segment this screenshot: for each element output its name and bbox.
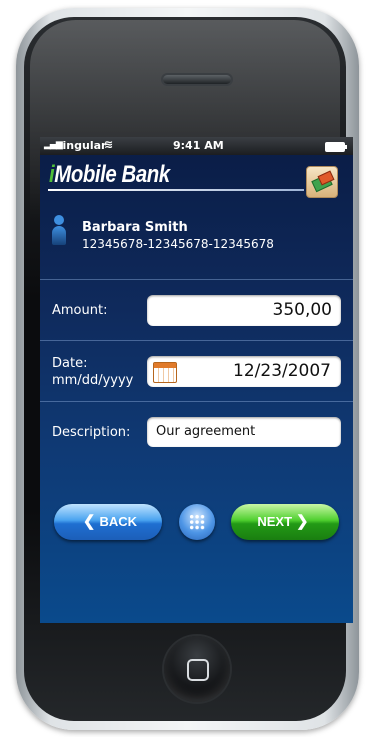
- chevron-left-icon: ❮: [82, 513, 96, 530]
- account-holder: Barbara Smith 12345678-12345678-12345678: [40, 205, 353, 265]
- account-number: 12345678-12345678-12345678: [82, 237, 274, 251]
- home-square-icon: [187, 659, 209, 681]
- back-button[interactable]: ❮ BACK: [54, 504, 162, 540]
- user-name: Barbara Smith: [82, 220, 188, 235]
- wifi-icon: ≋: [104, 138, 114, 151]
- grid-icon: [189, 514, 205, 530]
- date-label-line1: Date:: [52, 356, 88, 371]
- app-screen: ▂▄▆ cingular ≋ 9:41 AM iMobile Bank Barb…: [40, 137, 353, 623]
- back-button-label: BACK: [99, 514, 138, 529]
- description-input[interactable]: Our agreement: [147, 417, 341, 447]
- date-label: Date: mm/dd/yyyy: [52, 355, 133, 389]
- app-header: iMobile Bank: [40, 155, 353, 198]
- calendar-icon[interactable]: [153, 362, 177, 383]
- chevron-right-icon: ❯: [296, 513, 309, 530]
- date-value: 12/23/2007: [233, 361, 331, 381]
- status-bar: ▂▄▆ cingular ≋ 9:41 AM: [40, 137, 353, 155]
- money-transfer-icon[interactable]: [306, 166, 338, 198]
- next-button[interactable]: NEXT ❯: [231, 504, 339, 540]
- menu-grid-button[interactable]: [179, 504, 215, 540]
- home-button[interactable]: [164, 636, 230, 702]
- carrier-name: cingular: [56, 139, 107, 152]
- logo-underline: [48, 189, 304, 191]
- date-format-hint: mm/dd/yyyy: [52, 373, 134, 388]
- amount-label: Amount:: [52, 303, 108, 318]
- divider: [40, 401, 353, 402]
- divider: [40, 340, 353, 341]
- battery-icon: [325, 142, 347, 152]
- date-input[interactable]: 12/23/2007: [147, 356, 341, 387]
- description-value: Our agreement: [156, 424, 256, 439]
- next-button-label: NEXT: [257, 514, 293, 529]
- status-time: 9:41 AM: [173, 139, 224, 152]
- user-icon: [52, 215, 66, 245]
- description-label: Description:: [52, 425, 131, 440]
- earpiece-speaker: [163, 75, 231, 84]
- amount-value: 350,00: [272, 300, 332, 320]
- amount-input[interactable]: 350,00: [147, 295, 341, 326]
- app-logo: iMobile Bank: [49, 161, 170, 188]
- divider: [40, 279, 353, 280]
